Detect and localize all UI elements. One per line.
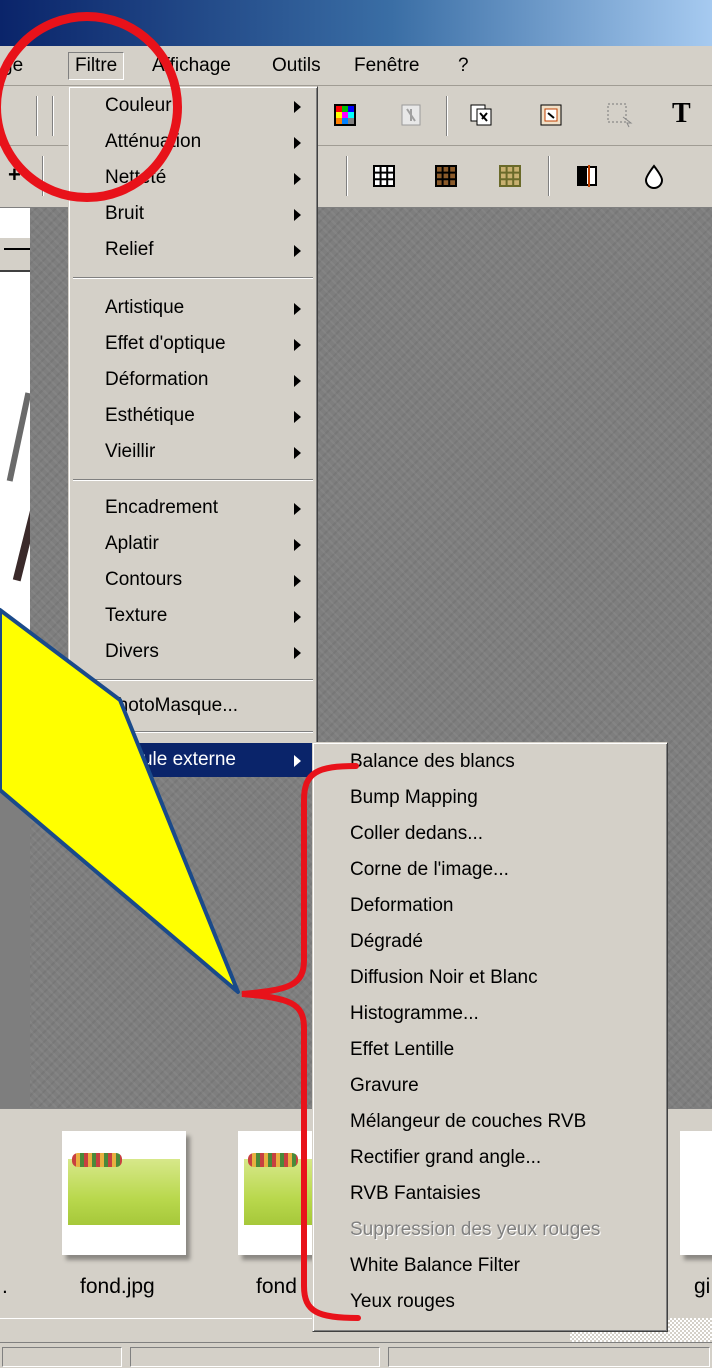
bracket-annotation [241, 763, 361, 1321]
callout-arrow-annotation [0, 608, 240, 994]
annotation-overlay [0, 608, 361, 1321]
